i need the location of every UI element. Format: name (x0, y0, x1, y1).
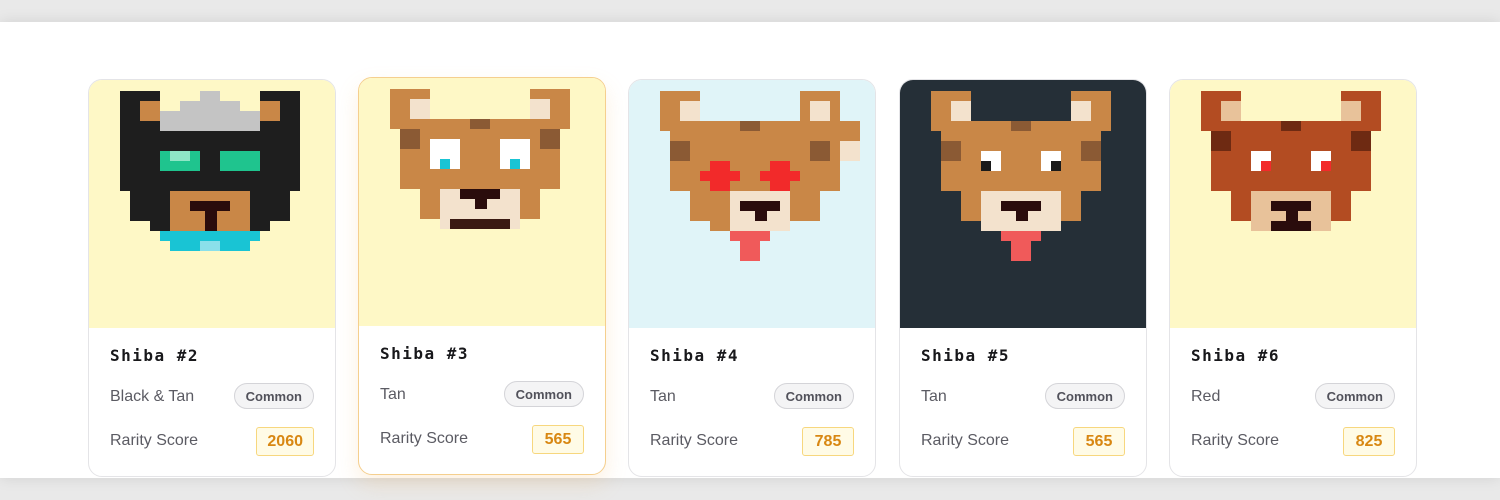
nft-card-shiba-3[interactable]: Shiba #3 Tan Common Rarity Score 565 (358, 77, 606, 475)
rarity-badge: Common (233, 383, 314, 409)
rarity-score-value: 2060 (256, 427, 314, 456)
nft-card-strip: Shiba #2 Black & Tan Common Rarity Score… (0, 22, 1500, 478)
nft-title: Shiba #5 (921, 346, 1011, 365)
nft-title: Shiba #2 (110, 346, 200, 365)
rarity-score-value: 785 (802, 427, 854, 456)
nft-card-shiba-4[interactable]: Shiba #4 Tan Common Rarity Score 785 (628, 79, 876, 477)
shiba-avatar-image (89, 80, 335, 328)
shiba-avatar-image (1170, 80, 1416, 328)
coat-color-label: Black & Tan (110, 388, 195, 405)
shiba-avatar-image (900, 80, 1146, 328)
shiba-avatar-image (629, 80, 875, 328)
rarity-score-value: 565 (1073, 427, 1125, 456)
nft-title: Shiba #3 (380, 344, 470, 363)
rarity-badge: Common (1044, 383, 1125, 409)
shiba-avatar-image (359, 78, 605, 326)
coat-color-label: Tan (380, 386, 406, 403)
rarity-badge: Common (1314, 383, 1395, 409)
nft-card-shiba-5[interactable]: Shiba #5 Tan Common Rarity Score 565 (899, 79, 1147, 477)
rarity-score-value: 565 (532, 425, 584, 454)
rarity-score-label: Rarity Score (650, 432, 739, 449)
nft-title: Shiba #4 (650, 346, 740, 365)
rarity-score-label: Rarity Score (380, 430, 469, 447)
rarity-score-label: Rarity Score (1191, 432, 1280, 449)
rarity-badge: Common (773, 383, 854, 409)
coat-color-label: Red (1191, 388, 1221, 405)
coat-color-label: Tan (921, 388, 947, 405)
rarity-badge: Common (503, 381, 584, 407)
nft-card-shiba-6[interactable]: Shiba #6 Red Common Rarity Score 825 (1169, 79, 1417, 477)
nft-card-shiba-2[interactable]: Shiba #2 Black & Tan Common Rarity Score… (88, 79, 336, 477)
rarity-score-label: Rarity Score (110, 432, 199, 449)
nft-title: Shiba #6 (1191, 346, 1281, 365)
rarity-score-label: Rarity Score (921, 432, 1010, 449)
rarity-score-value: 825 (1343, 427, 1395, 456)
coat-color-label: Tan (650, 388, 676, 405)
